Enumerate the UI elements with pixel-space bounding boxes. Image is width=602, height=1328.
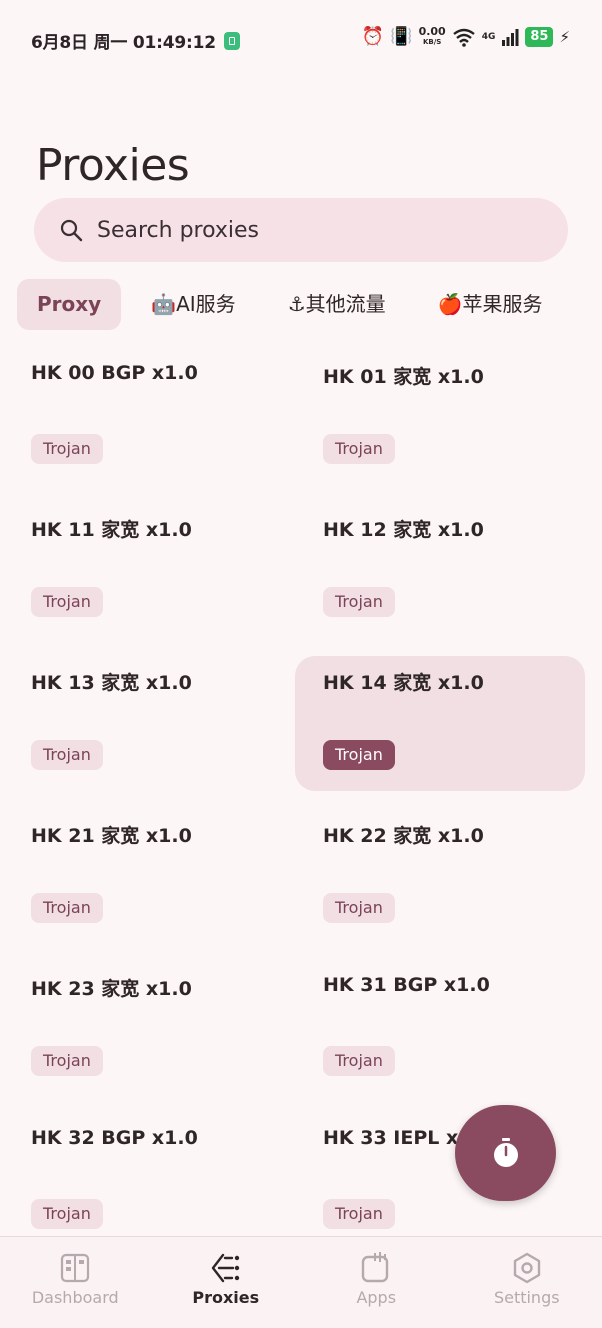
settings-icon [511,1252,543,1284]
proxy-name: HK 00 BGP x1.0 [31,362,198,384]
status-time: 6月8日 周一 01:49:12 [31,28,216,53]
tab-ai-services[interactable]: 🤖AI服务 [121,279,261,330]
proxy-type-badge: Trojan [323,893,395,923]
net-speed: 0.00KB/S [419,27,446,47]
proxy-name: HK 14 家宽 x1.0 [323,668,484,695]
proxy-type-badge: Trojan [323,434,395,464]
nav-label: Dashboard [32,1288,119,1307]
nav-dashboard[interactable]: Dashboard [0,1237,151,1328]
proxy-name: HK 22 家宽 x1.0 [323,821,484,848]
proxy-card[interactable]: HK 01 家宽 x1.0 Trojan [309,350,585,503]
nav-proxies[interactable]: Proxies [151,1237,302,1328]
proxy-type-badge: Trojan [31,587,103,617]
page-title: Proxies [36,140,189,191]
charging-icon: ⚡ [559,26,570,48]
app-notification-icon [224,32,240,50]
proxy-type-badge: Trojan [31,1199,103,1229]
proxy-card[interactable]: HK 13 家宽 x1.0 Trojan [17,656,309,809]
proxy-name: HK 32 BGP x1.0 [31,1127,198,1149]
bottom-navigation: Dashboard Proxies Apps Settings [0,1236,602,1328]
tab-apple-services[interactable]: 🍎苹果服务 [412,279,553,330]
proxy-type-badge: Trojan [323,740,395,770]
proxy-type-badge: Trojan [31,740,103,770]
battery-indicator: 85 [525,27,553,47]
proxy-type-badge: Trojan [31,893,103,923]
proxy-card[interactable]: HK 12 家宽 x1.0 Trojan [309,503,585,656]
search-icon [59,218,83,242]
alarm-icon: ⏰ [362,26,384,48]
proxy-name: HK 12 家宽 x1.0 [323,515,484,542]
proxy-name: HK 23 家宽 x1.0 [31,974,192,1001]
nav-apps[interactable]: Apps [301,1237,452,1328]
proxy-card[interactable]: HK 21 家宽 x1.0 Trojan [17,809,309,962]
proxy-type-badge: Trojan [323,1199,395,1229]
proxy-card[interactable]: HK 11 家宽 x1.0 Trojan [17,503,309,656]
proxy-card[interactable]: HK 31 BGP x1.0 Trojan [309,962,585,1115]
proxy-type-badge: Trojan [323,587,395,617]
proxy-type-badge: Trojan [31,1046,103,1076]
group-tabs: Proxy 🤖AI服务 ⚓其他流量 🍎苹果服务 [17,279,553,330]
search-bar[interactable]: Search proxies [34,198,568,262]
proxy-type-badge: Trojan [31,434,103,464]
proxy-card-selected[interactable]: HK 14 家宽 x1.0 Trojan [295,656,585,791]
latency-test-button[interactable] [455,1105,556,1201]
cell-signal-icon [501,28,519,46]
proxy-name: HK 21 家宽 x1.0 [31,821,192,848]
proxies-icon [209,1252,243,1284]
stopwatch-icon [491,1137,521,1169]
status-bar: 6月8日 周一 01:49:12 ⏰ 📳 0.00KB/S 4G 85 ⚡ [0,0,602,80]
proxy-card[interactable]: HK 00 BGP x1.0 Trojan [17,350,309,503]
search-input[interactable]: Search proxies [97,218,259,243]
proxy-card[interactable]: HK 23 家宽 x1.0 Trojan [17,962,309,1115]
dashboard-icon [59,1252,91,1284]
proxy-name: HK 01 家宽 x1.0 [323,362,484,389]
signal-label: 4G [482,32,496,42]
proxy-name: HK 13 家宽 x1.0 [31,668,192,695]
proxy-name: HK 31 BGP x1.0 [323,974,490,996]
nav-label: Apps [356,1288,396,1307]
tab-other-traffic[interactable]: ⚓其他流量 [262,279,412,330]
wifi-icon [452,27,476,47]
proxy-type-badge: Trojan [323,1046,395,1076]
vibrate-icon: 📳 [390,26,412,48]
proxy-card[interactable]: HK 22 家宽 x1.0 Trojan [309,809,585,962]
nav-settings[interactable]: Settings [452,1237,602,1328]
proxy-name: HK 11 家宽 x1.0 [31,515,192,542]
nav-label: Proxies [192,1288,259,1307]
apps-icon [360,1252,392,1284]
tab-proxy[interactable]: Proxy [17,279,121,330]
nav-label: Settings [494,1288,560,1307]
